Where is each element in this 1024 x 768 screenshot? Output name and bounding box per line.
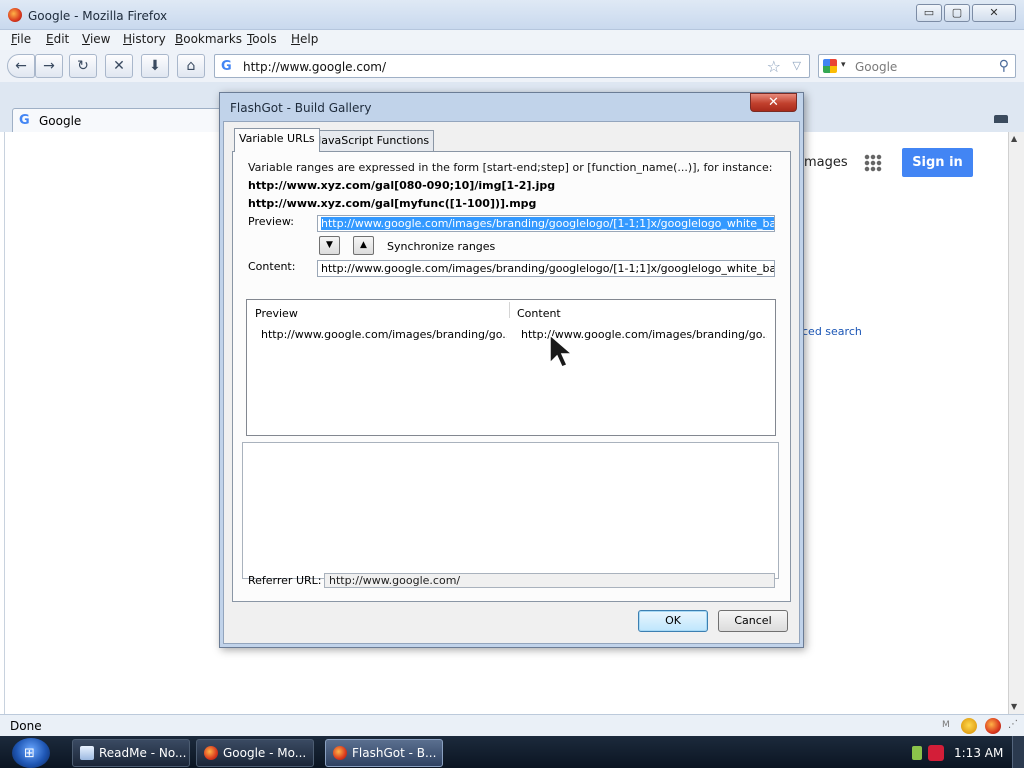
maximize-button[interactable]: ▢ — [944, 4, 970, 22]
ok-button[interactable]: OK — [638, 610, 708, 632]
advanced-search-link[interactable]: ced search — [802, 325, 862, 338]
dialog-body: Variable URLs JavaScript Functions Varia… — [223, 121, 800, 644]
taskbar-button-flashgot[interactable]: FlashGot - B... — [325, 739, 443, 767]
search-bar[interactable]: ▾ Google ⚲ — [818, 54, 1016, 78]
column-header-preview[interactable]: Preview — [255, 307, 298, 320]
content-field[interactable]: http://www.google.com/images/branding/go… — [317, 260, 775, 277]
status-m-label: M — [942, 720, 950, 730]
apps-grid-icon[interactable] — [864, 154, 882, 172]
stop-button[interactable]: ✕ — [105, 54, 133, 78]
firefox-icon — [204, 746, 218, 760]
column-divider[interactable] — [509, 302, 510, 318]
url-text[interactable]: http://www.google.com/ — [243, 60, 386, 74]
dialog-close-button[interactable]: ✕ — [750, 93, 797, 112]
flash-tray-icon[interactable] — [928, 745, 944, 761]
tab-google[interactable]: G Google — [12, 108, 224, 132]
taskbar-button-label: ReadMe - No... — [99, 746, 187, 760]
cancel-button[interactable]: Cancel — [718, 610, 788, 632]
example-url-1: http://www.xyz.com/gal[080-090;10]/img[1… — [248, 179, 556, 192]
bookmark-star-icon[interactable]: ☆ — [767, 57, 781, 76]
image-preview-area — [242, 442, 779, 579]
flashgot-status-icon[interactable] — [985, 718, 1001, 734]
list-item-preview[interactable]: http://www.google.com/images/branding/go… — [261, 328, 507, 341]
sign-in-button[interactable]: Sign in — [902, 148, 973, 177]
menu-tools[interactable]: Tools — [247, 32, 277, 46]
scroll-up-icon[interactable]: ▲ — [1011, 134, 1017, 143]
tab-variable-urls[interactable]: Variable URLs — [234, 128, 320, 152]
vertical-scrollbar[interactable] — [1008, 132, 1024, 714]
search-icon[interactable]: ⚲ — [999, 58, 1009, 74]
close-button[interactable]: ✕ — [972, 4, 1016, 22]
back-button[interactable]: ← — [7, 54, 35, 78]
column-header-content[interactable]: Content — [517, 307, 561, 320]
power-tray-icon[interactable] — [912, 746, 922, 760]
referrer-value: http://www.google.com/ — [329, 574, 461, 587]
dialog-title: FlashGot - Build Gallery — [230, 101, 372, 115]
content-label: Content: — [248, 260, 296, 273]
flashgot-build-gallery-dialog: FlashGot - Build Gallery ✕ Variable URLs… — [219, 92, 804, 648]
example-url-2: http://www.xyz.com/gal[myfunc([1-100])].… — [248, 197, 537, 210]
list-all-tabs-icon[interactable] — [994, 115, 1008, 123]
google-images-link[interactable]: mages — [804, 155, 848, 170]
menu-history[interactable]: History — [123, 32, 166, 46]
range-down-button[interactable]: ▼ — [319, 236, 340, 255]
url-favicon-icon: G — [221, 59, 232, 74]
firefox-icon — [333, 746, 347, 760]
clock[interactable]: 1:13 AM — [954, 746, 1003, 760]
home-button[interactable]: ⌂ — [177, 54, 205, 78]
variable-urls-panel: Variable ranges are expressed in the for… — [232, 151, 791, 602]
menu-help[interactable]: Help — [291, 32, 318, 46]
resize-grip-icon[interactable]: ⋰ — [1008, 719, 1018, 730]
search-input[interactable]: Google — [855, 60, 897, 74]
reload-button[interactable]: ↻ — [69, 54, 97, 78]
range-up-button[interactable]: ▲ — [353, 236, 374, 255]
referrer-label: Referrer URL: — [248, 574, 322, 587]
range-format-description: Variable ranges are expressed in the for… — [248, 161, 773, 174]
window-titlebar: Google - Mozilla Firefox ▭ ▢ ✕ — [0, 0, 1024, 30]
notepad-icon — [80, 746, 94, 760]
menu-edit[interactable]: Edit — [46, 32, 69, 46]
taskbar-button-label: FlashGot - B... — [352, 746, 437, 760]
search-engine-icon[interactable] — [823, 59, 837, 73]
forward-button[interactable]: → — [35, 54, 63, 78]
url-preview-list[interactable]: Preview Content http://www.google.com/im… — [246, 299, 776, 436]
taskbar-button-readme[interactable]: ReadMe - No... — [72, 739, 190, 767]
url-bar[interactable]: G http://www.google.com/ ☆ ▽ — [214, 54, 810, 78]
referrer-field[interactable]: http://www.google.com/ — [324, 573, 775, 588]
menu-view[interactable]: View — [82, 32, 110, 46]
preview-value: http://www.google.com/images/branding/go… — [321, 217, 774, 230]
taskbar-button-label: Google - Mo... — [223, 746, 307, 760]
menu-file[interactable]: File — [11, 32, 31, 46]
tab-label: Google — [39, 114, 82, 128]
download-button[interactable]: ⬇ — [141, 54, 169, 78]
tab-javascript-functions[interactable]: JavaScript Functions — [313, 130, 435, 152]
url-history-dropdown-icon[interactable]: ▽ — [793, 59, 801, 72]
menubar: File Edit View History Bookmarks Tools H… — [0, 30, 1024, 50]
preview-label: Preview: — [248, 215, 294, 228]
taskbar-button-google[interactable]: Google - Mo... — [196, 739, 314, 767]
mouse-cursor-icon — [549, 333, 575, 368]
preview-field[interactable]: http://www.google.com/images/branding/go… — [317, 215, 775, 232]
synchronize-ranges-label: Synchronize ranges — [387, 240, 496, 253]
scroll-down-icon[interactable]: ▼ — [1011, 702, 1017, 711]
status-text: Done — [10, 719, 42, 733]
window-title: Google - Mozilla Firefox — [28, 9, 168, 23]
status-bar: Done M ⋰ — [0, 714, 1024, 736]
menu-bookmarks[interactable]: Bookmarks — [175, 32, 242, 46]
google-favicon-icon: G — [19, 113, 30, 128]
minimize-button[interactable]: ▭ — [916, 4, 942, 22]
addon-smiley-icon[interactable] — [961, 718, 977, 734]
show-desktop-button[interactable] — [1012, 736, 1024, 768]
firefox-logo-icon — [8, 8, 22, 22]
content-value: http://www.google.com/images/branding/go… — [321, 262, 775, 275]
chevron-down-icon[interactable]: ▾ — [841, 60, 846, 70]
windows-logo-icon: ⊞ — [24, 746, 35, 761]
